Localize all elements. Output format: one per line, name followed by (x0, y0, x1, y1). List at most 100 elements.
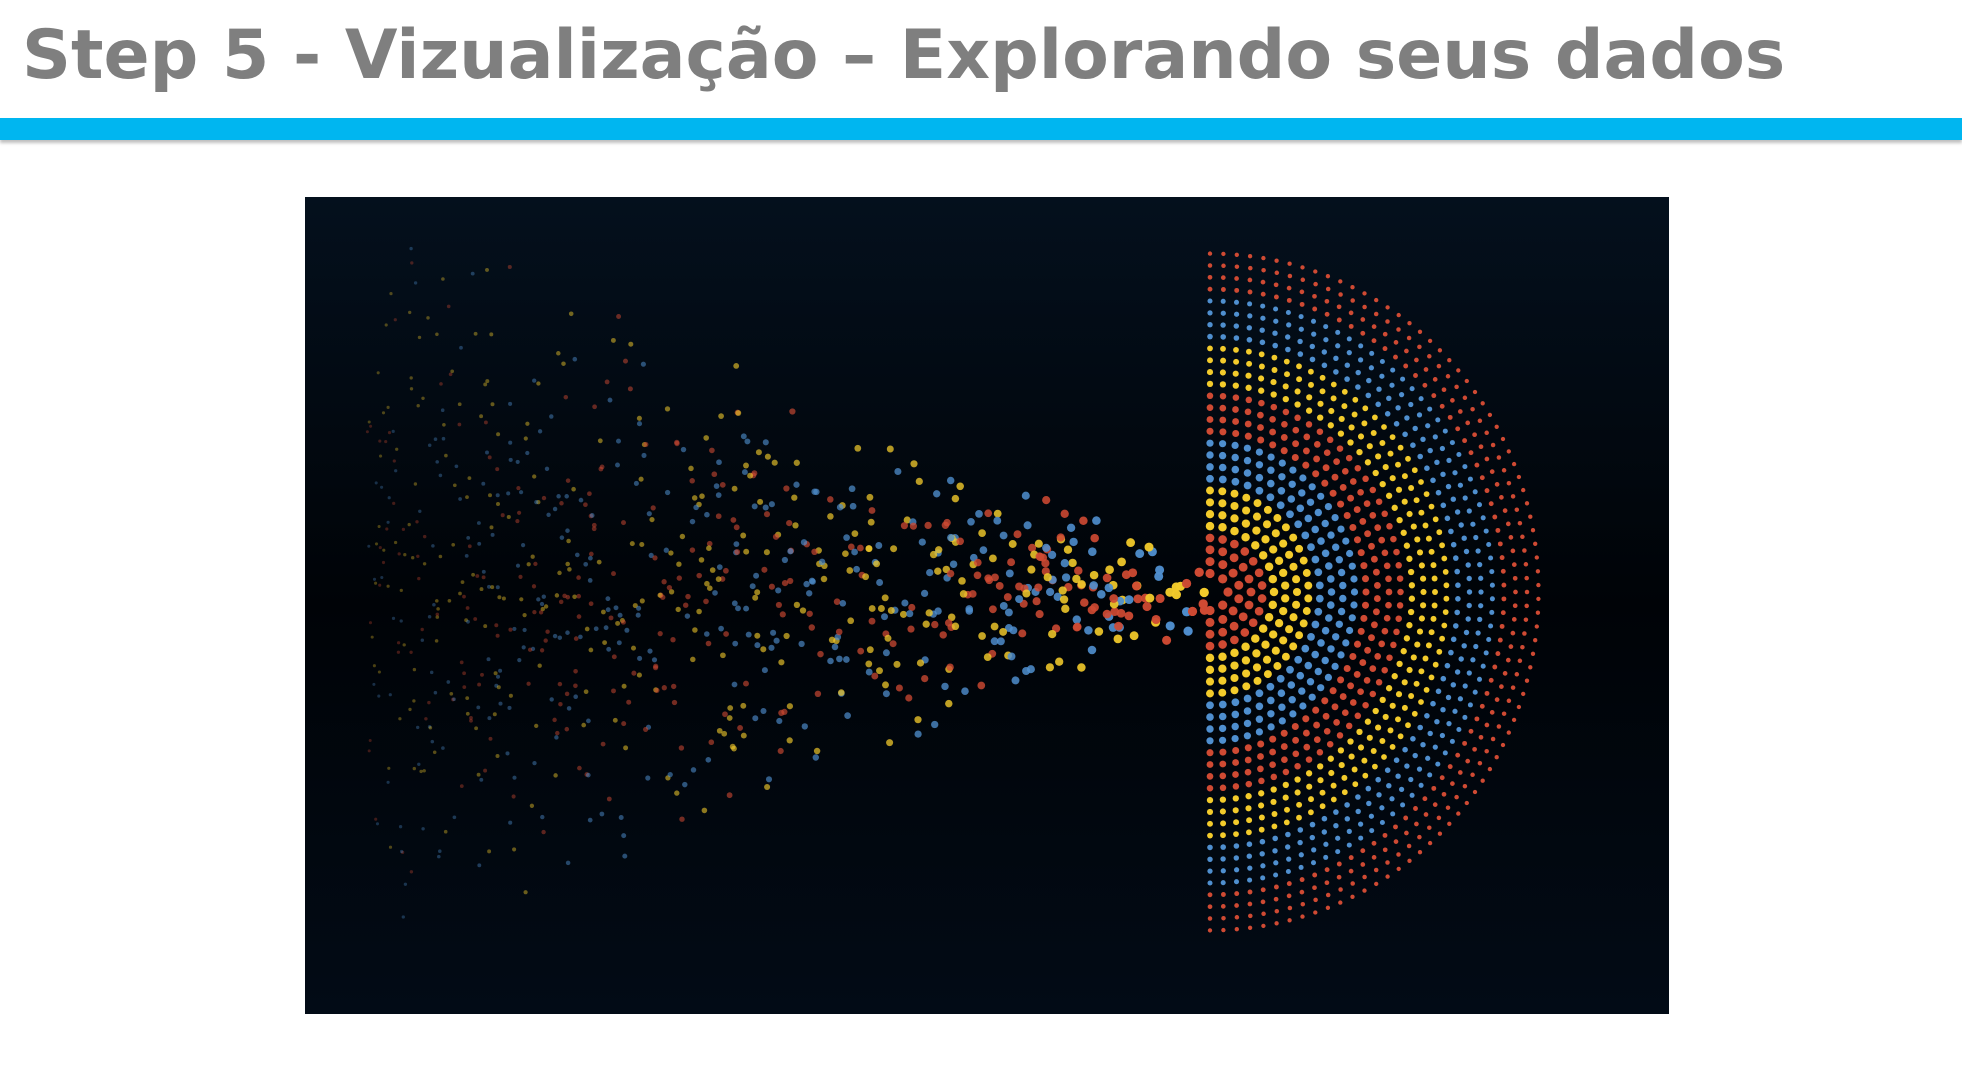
dot (1066, 523, 1076, 532)
dot (1452, 470, 1458, 476)
dot (886, 445, 894, 453)
dot (1232, 807, 1239, 814)
dot (1455, 426, 1461, 432)
dot (1218, 535, 1227, 544)
dot (605, 596, 611, 602)
dot (1234, 927, 1239, 932)
dot (731, 600, 738, 607)
dot (1336, 445, 1344, 452)
dot (978, 529, 986, 537)
dot (1252, 649, 1261, 658)
dot (1502, 508, 1508, 513)
dot (1073, 622, 1082, 632)
dot (1435, 761, 1441, 767)
dot (1206, 749, 1214, 757)
dot (1260, 899, 1266, 905)
dot (1279, 636, 1288, 645)
dot (1345, 626, 1354, 635)
dot (1009, 626, 1018, 635)
dot (1283, 819, 1290, 826)
dot (1332, 633, 1340, 641)
dot (1313, 441, 1321, 448)
dot (1350, 285, 1355, 290)
dot (757, 498, 764, 505)
dot (1245, 805, 1252, 812)
dot (1274, 908, 1280, 914)
dot (1270, 391, 1277, 398)
dot (1386, 395, 1392, 402)
dot (1347, 439, 1354, 446)
dot (1113, 634, 1123, 644)
dot (881, 594, 889, 602)
dot (1220, 892, 1226, 897)
dot (652, 555, 658, 561)
dot (1299, 289, 1305, 295)
dot (1508, 644, 1514, 649)
dot (1003, 593, 1012, 602)
dot (848, 485, 856, 493)
dot (1472, 489, 1478, 495)
dot (1013, 530, 1022, 539)
dot (1430, 477, 1436, 484)
dot (1299, 702, 1307, 710)
dot (1240, 547, 1250, 556)
dot (444, 453, 448, 458)
dot (1407, 858, 1412, 863)
dot (1375, 679, 1383, 686)
dot (1261, 911, 1266, 917)
dot (1404, 830, 1409, 836)
dot (1366, 734, 1373, 741)
dot (1285, 625, 1294, 634)
dot (1247, 925, 1253, 930)
dot (572, 356, 578, 362)
dot (1278, 473, 1286, 481)
dot (1489, 596, 1495, 602)
dot (1269, 415, 1276, 423)
dot (521, 543, 526, 548)
dot (1321, 519, 1329, 528)
dot (1437, 831, 1443, 836)
dot (1439, 732, 1446, 739)
dot (698, 557, 705, 563)
dot (1417, 329, 1423, 334)
dot (1218, 640, 1227, 649)
dot (1461, 643, 1467, 649)
dot (1418, 479, 1424, 485)
dot (1035, 610, 1044, 619)
dot (1298, 314, 1304, 320)
dot (1284, 844, 1291, 850)
dot (1305, 770, 1313, 777)
dot (1027, 565, 1036, 574)
dot (1364, 459, 1372, 466)
dot (1440, 675, 1447, 682)
dot (1344, 802, 1350, 808)
dot (1218, 574, 1228, 584)
dot (1221, 927, 1226, 933)
dot (751, 503, 758, 510)
dot (1331, 662, 1339, 671)
dot (1355, 369, 1361, 376)
dot (1344, 362, 1351, 368)
dot (1246, 829, 1252, 836)
dot (1273, 662, 1282, 670)
dot (495, 674, 501, 679)
dot (1281, 420, 1288, 428)
dot (786, 519, 793, 527)
dot (1449, 738, 1455, 744)
dot (754, 642, 761, 649)
dot (704, 511, 710, 518)
dot (1423, 687, 1430, 693)
dot (480, 672, 484, 677)
dot (1427, 447, 1433, 454)
dot (1382, 331, 1388, 337)
dot (775, 587, 782, 594)
dot (1272, 342, 1278, 349)
dot (410, 261, 414, 265)
dot (1271, 811, 1278, 817)
dot (604, 379, 610, 385)
dot (818, 558, 826, 566)
dot (1311, 620, 1320, 629)
dot (1381, 627, 1389, 635)
dot (1403, 635, 1411, 642)
dot (1253, 676, 1262, 685)
